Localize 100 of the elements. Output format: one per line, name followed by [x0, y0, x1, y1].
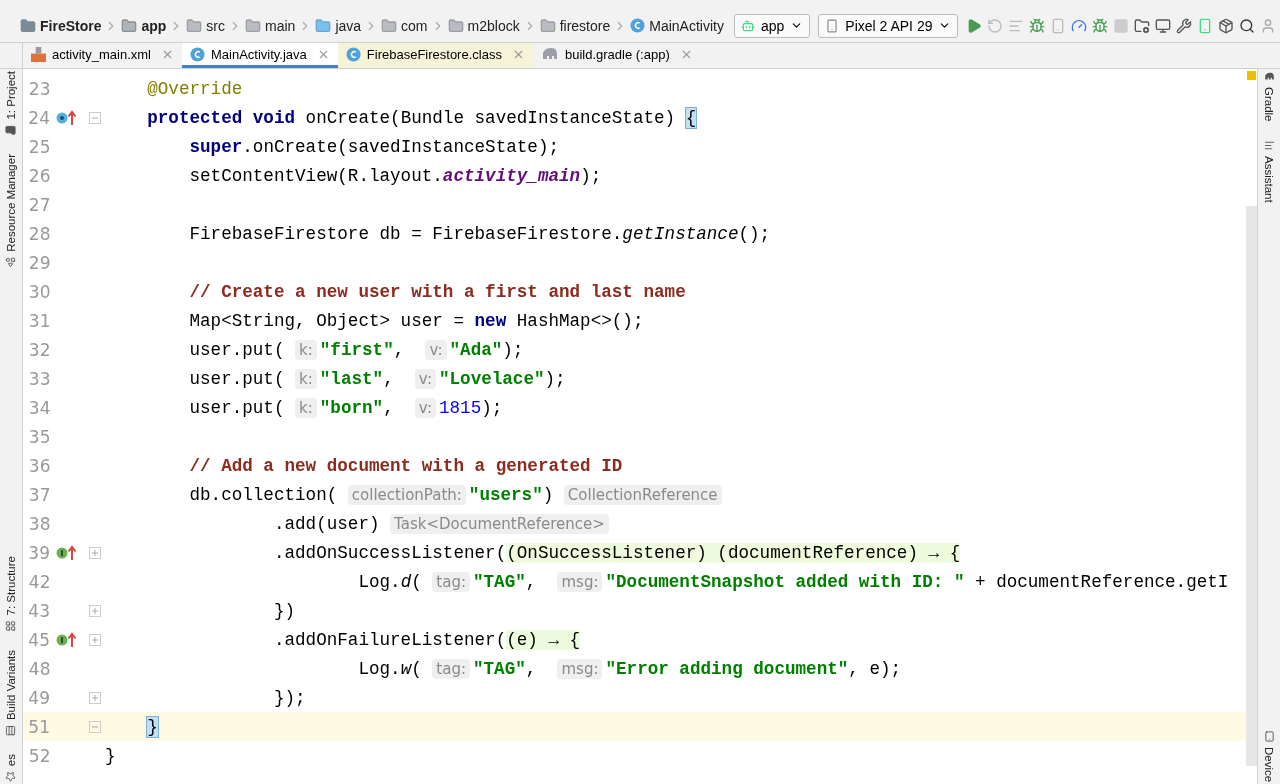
code-text: user.put( [188, 397, 286, 418]
code-text: , [525, 658, 538, 679]
code-text: ); [481, 397, 503, 418]
breadcrumb-item[interactable]: com [401, 17, 428, 34]
line-number: 52 [27, 745, 51, 766]
line-number: 38 [27, 513, 51, 534]
code-text: , [525, 571, 538, 592]
code-text: // Create a new user with a first and last name [188, 281, 686, 302]
code-text: Log. [357, 571, 401, 592]
breadcrumb-item[interactable]: m2block [467, 17, 520, 34]
breadcrumb-item[interactable]: java [335, 17, 362, 34]
parameter-hint: tag: [432, 658, 470, 679]
code-text: .addOnFailureListener( [272, 629, 507, 650]
device-dropdown[interactable]: Pixel 2 API 29 [818, 13, 959, 38]
line-number: 48 [27, 658, 51, 679]
line-number: 27 [27, 194, 51, 215]
code-text: ( [411, 658, 423, 679]
parameter-hint: k: [295, 339, 317, 360]
editor-tab[interactable]: MainActivity.java [181, 43, 338, 68]
code-text: .onCreate(savedInstanceState); [242, 136, 559, 157]
code-text: .addOnSuccessListener( [272, 542, 507, 563]
line-number: 42 [27, 571, 51, 592]
editor-tab[interactable]: FirebaseFirestore.class [337, 43, 533, 68]
breadcrumb-item[interactable]: src [206, 17, 226, 34]
parameter-hint: msg: [557, 571, 603, 592]
code-text: "Error adding document" [605, 658, 849, 679]
parameter-hint: msg: [557, 658, 603, 679]
tool-window-tab[interactable]: Build Variants [5, 649, 17, 736]
tool-window-tab[interactable]: Device [1263, 730, 1275, 782]
breadcrumb-item[interactable]: FireStore [40, 17, 102, 34]
code-text: "last" [319, 368, 384, 389]
code-text: "DocumentSnapshot added with ID: " [605, 571, 965, 592]
line-number: 31 [27, 310, 51, 331]
code-text: "TAG" [472, 571, 526, 592]
type-hint: CollectionReference [563, 484, 722, 505]
code-text: FirebaseFirestore db = FirebaseFirestore. [188, 223, 623, 244]
code-text: (); [738, 223, 771, 244]
tool-window-tab[interactable]: Resource Manager [5, 153, 17, 268]
code-text: .add(user) [272, 513, 381, 534]
code-text: super [188, 136, 243, 157]
code-text: 1815 [438, 397, 482, 418]
breadcrumb-item[interactable]: main [265, 17, 296, 34]
code-text: user.put( [188, 339, 286, 360]
code-text: "first" [319, 339, 394, 360]
code-text: }) [272, 600, 296, 621]
line-number: 24 [27, 107, 50, 128]
tool-window-tab[interactable]: Gradle [1263, 71, 1275, 122]
code-text: ); [502, 339, 524, 360]
code-text: "users" [468, 484, 543, 505]
line-number: 51 [27, 716, 50, 737]
line-number: 43 [27, 600, 50, 621]
code-text: "Lovelace" [438, 368, 545, 389]
code-text: } [146, 716, 158, 737]
code-text: "born" [319, 397, 384, 418]
line-number: 23 [27, 78, 51, 99]
breadcrumb-item[interactable]: firestore [559, 17, 611, 34]
code-text: void [252, 107, 296, 128]
code-text: ) [542, 484, 555, 505]
breadcrumb-item[interactable]: app [141, 17, 167, 34]
line-number: 33 [27, 368, 51, 389]
parameter-hint: tag: [432, 571, 470, 592]
type-hint: Task<DocumentReference> [390, 513, 609, 534]
line-number: 36 [27, 455, 51, 476]
code-text: "Ada" [449, 339, 503, 360]
tool-window-tab[interactable]: es [5, 753, 17, 782]
tool-window-tab[interactable]: 1: Project [5, 71, 17, 136]
tool-window-tab[interactable]: 7: Structure [5, 556, 17, 632]
parameter-hint: v: [414, 397, 436, 418]
line-number: 34 [27, 397, 51, 418]
code-text: }); [272, 687, 306, 708]
line-number: 35 [27, 426, 51, 447]
code-text: , [393, 339, 406, 360]
breadcrumb-item[interactable]: MainActivity [649, 17, 724, 34]
line-number: 49 [27, 687, 50, 708]
line-number: 45 [27, 629, 50, 650]
line-number: 39 [27, 542, 50, 563]
code-text: setContentView(R.layout. [188, 165, 443, 186]
code-text: db.collection( [188, 484, 339, 505]
code-text: HashMap<>(); [515, 310, 644, 331]
line-number: 25 [27, 136, 51, 157]
code-text: , [383, 368, 395, 389]
code-text: } [105, 745, 116, 766]
line-number: 32 [27, 339, 51, 360]
code-text: , [383, 397, 395, 418]
parameter-hint: k: [295, 397, 317, 418]
run-config-dropdown[interactable]: app [733, 13, 811, 38]
parameter-hint: v: [425, 339, 447, 360]
code-text: // Add a new document with a generated ID [188, 455, 623, 476]
code-text: getInstance [622, 223, 739, 244]
code-text: protected [146, 107, 244, 128]
line-number: 37 [27, 484, 51, 505]
parameter-hint: v: [414, 368, 436, 389]
tool-window-tab[interactable]: Assistant [1263, 139, 1275, 203]
line-number: 26 [27, 165, 51, 186]
code-text: d [400, 571, 412, 592]
line-number: 28 [27, 223, 51, 244]
code-text: ( [411, 571, 423, 592]
parameter-hint: k: [295, 368, 317, 389]
code-text: Map<String, Object> user = [188, 310, 465, 331]
code-text: Log. [357, 658, 401, 679]
